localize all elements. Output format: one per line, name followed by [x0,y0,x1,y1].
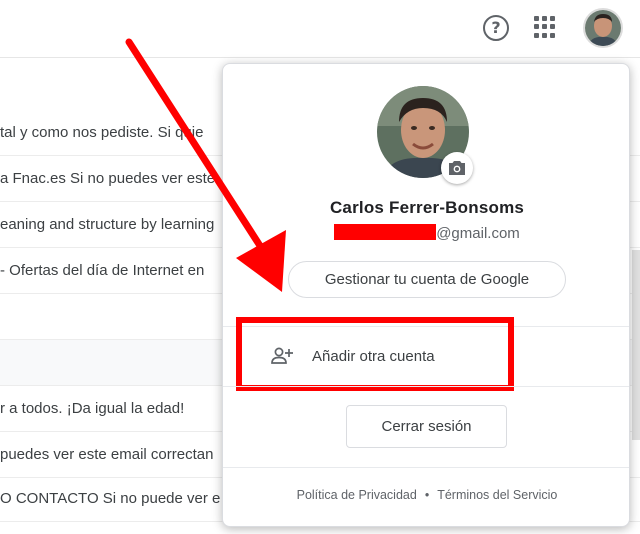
highlight-annotation [236,317,514,391]
scrollbar[interactable] [632,250,640,440]
privacy-link[interactable]: Política de Privacidad [297,488,417,502]
account-popup: Carlos Ferrer-Bonsoms @gmail.com Gestion… [222,63,630,527]
footer-separator: • [424,488,430,502]
avatar-photo-icon [585,10,621,46]
mail-snippet: puedes ver este email correctan [0,446,214,463]
manage-account-button[interactable]: Gestionar tu cuenta de Google [288,261,566,298]
mail-snippet: eaning and structure by learning [0,216,215,233]
camera-icon [449,161,465,175]
divider [223,386,629,387]
account-avatar-button[interactable] [583,8,623,48]
mail-snippet: a Fnac.es Si no puedes ver este [0,170,216,187]
mail-snippet: tal y como nos pediste. Si quie [0,124,204,141]
help-icon[interactable]: ? [483,15,509,41]
account-email: @gmail.com [223,224,629,242]
mail-snippet: O CONTACTO Si no puede ver e [0,490,221,507]
account-name: Carlos Ferrer-Bonsoms [329,198,525,217]
apps-grid-icon[interactable] [534,16,556,38]
email-redaction [334,224,437,240]
popup-footer: Política de Privacidad • Términos del Serv… [223,488,629,502]
divider [223,467,629,468]
email-domain: @gmail.com [436,225,520,242]
mail-snippet: - Ofertas del día de Internet en [0,262,205,279]
mail-snippet: r a todos. ¡Da igual la edad! [0,400,185,417]
change-photo-button[interactable] [441,152,473,184]
terms-link[interactable]: Términos del Servicio [437,488,557,502]
sign-out-button[interactable]: Cerrar sesión [346,405,507,448]
top-bar: ? [0,0,640,58]
